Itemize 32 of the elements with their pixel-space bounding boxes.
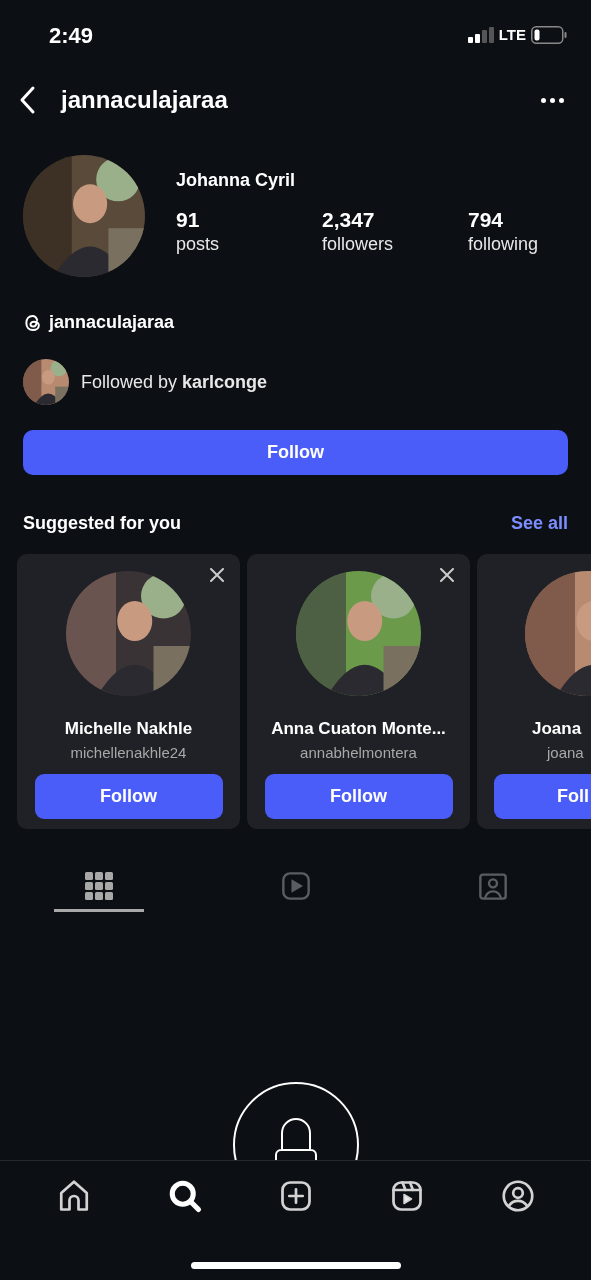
lock-icon xyxy=(231,1081,360,1160)
display-name: Johanna Cyril xyxy=(176,169,297,192)
profile-username: jannaculajaraa xyxy=(61,85,228,115)
follow-button[interactable]: Follow xyxy=(264,774,453,819)
suggested-name: Michelle Nakhle xyxy=(64,718,193,740)
network-label: LTE xyxy=(498,24,526,45)
suggested-name: Anna Cuaton Monte... xyxy=(271,718,446,740)
threads-handle: jannaculajaraa xyxy=(49,311,175,334)
followed-by-text: Followed by karlconge xyxy=(81,370,268,394)
stat-label: posts xyxy=(176,233,221,256)
signal-icon xyxy=(467,27,494,43)
profile-icon[interactable] xyxy=(499,1178,536,1214)
battery-icon xyxy=(531,26,567,44)
threads-icon xyxy=(23,312,43,333)
close-icon[interactable] xyxy=(210,568,224,582)
section-title: Suggested for you xyxy=(23,512,181,535)
follow-button[interactable]: Follow xyxy=(34,774,223,819)
follow-button[interactable]: Foll xyxy=(494,774,591,819)
stat-value: 794 xyxy=(468,208,505,232)
close-icon[interactable] xyxy=(440,568,454,582)
stat-value: 2,347 xyxy=(322,208,376,232)
stat-label: followers xyxy=(322,233,395,256)
status-time: 2:49 xyxy=(49,21,94,50)
stat-value: 91 xyxy=(176,208,201,232)
suggested-name: Joana xyxy=(532,718,583,740)
suggested-handle: michellenakhle24 xyxy=(70,742,187,763)
see-all-link[interactable]: See all xyxy=(510,510,568,537)
follow-button[interactable]: Follow xyxy=(23,430,568,475)
suggested-handle: annabhelmontera xyxy=(300,742,417,763)
suggested-handle: joana xyxy=(547,742,585,763)
stat-label: following xyxy=(468,233,540,256)
grid-icon[interactable] xyxy=(84,871,113,900)
